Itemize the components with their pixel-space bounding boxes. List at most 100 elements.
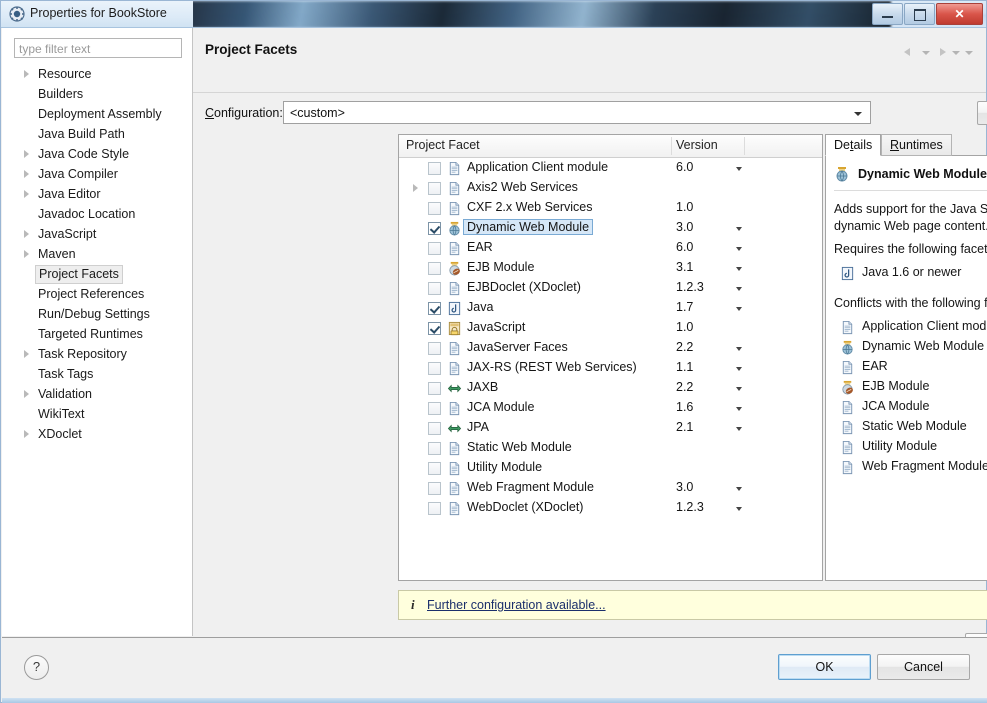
sidebar-item-maven[interactable]: Maven bbox=[2, 244, 193, 264]
table-row[interactable]: EAR 6.0 bbox=[399, 238, 822, 258]
table-row[interactable]: WebDoclet (XDoclet) 1.2.3 bbox=[399, 498, 822, 518]
table-row[interactable]: JAX-RS (REST Web Services) 1.1 bbox=[399, 358, 822, 378]
sidebar-item-project-references[interactable]: Project References bbox=[2, 284, 193, 304]
facet-checkbox[interactable] bbox=[428, 382, 441, 395]
close-button[interactable]: ✕ bbox=[936, 2, 983, 25]
facet-checkbox[interactable] bbox=[428, 302, 441, 315]
expand-arrow-icon[interactable] bbox=[24, 390, 29, 398]
facet-checkbox[interactable] bbox=[428, 362, 441, 375]
maximize-button[interactable] bbox=[904, 2, 935, 25]
sidebar-item-targeted-runtimes[interactable]: Targeted Runtimes bbox=[2, 324, 193, 344]
column-header-project-facet[interactable]: Project Facet bbox=[406, 138, 480, 152]
back-dropdown-icon[interactable] bbox=[920, 45, 931, 59]
table-row[interactable]: JavaScript 1.0 bbox=[399, 318, 822, 338]
facet-checkbox[interactable] bbox=[428, 422, 441, 435]
expand-arrow-icon[interactable] bbox=[24, 350, 29, 358]
sidebar-item-javadoc-location[interactable]: Javadoc Location bbox=[2, 204, 193, 224]
sidebar-item-java-editor[interactable]: Java Editor bbox=[2, 184, 193, 204]
table-row[interactable]: Axis2 Web Services bbox=[399, 178, 822, 198]
expand-arrow-icon[interactable] bbox=[24, 170, 29, 178]
expand-arrow-icon[interactable] bbox=[24, 250, 29, 258]
table-row[interactable]: JAXB 2.2 bbox=[399, 378, 822, 398]
table-row[interactable]: CXF 2.x Web Services 1.0 bbox=[399, 198, 822, 218]
ok-button[interactable]: OK bbox=[778, 654, 871, 680]
sidebar-item-run-debug-settings[interactable]: Run/Debug Settings bbox=[2, 304, 193, 324]
sidebar-item-task-repository[interactable]: Task Repository bbox=[2, 344, 193, 364]
sidebar-item-java-code-style[interactable]: Java Code Style bbox=[2, 144, 193, 164]
forward-dropdown-icon[interactable] bbox=[950, 45, 961, 59]
facet-checkbox[interactable] bbox=[428, 482, 441, 495]
column-divider[interactable] bbox=[744, 137, 745, 155]
sidebar-item-java-compiler[interactable]: Java Compiler bbox=[2, 164, 193, 184]
view-menu-icon[interactable] bbox=[963, 45, 974, 59]
facet-checkbox[interactable] bbox=[428, 242, 441, 255]
further-configuration-link[interactable]: Further configuration available... bbox=[427, 598, 606, 612]
expand-arrow-icon[interactable] bbox=[24, 230, 29, 238]
expand-arrow-icon[interactable] bbox=[24, 430, 29, 438]
facet-checkbox[interactable] bbox=[428, 262, 441, 275]
facet-checkbox[interactable] bbox=[428, 202, 441, 215]
version-dropdown-icon[interactable] bbox=[736, 367, 742, 371]
version-dropdown-icon[interactable] bbox=[736, 507, 742, 511]
sidebar-item-wikitext[interactable]: WikiText bbox=[2, 404, 193, 424]
version-dropdown-icon[interactable] bbox=[736, 347, 742, 351]
version-dropdown-icon[interactable] bbox=[736, 267, 742, 271]
sidebar-item-deployment-assembly[interactable]: Deployment Assembly bbox=[2, 104, 193, 124]
sidebar-item-resource[interactable]: Resource bbox=[2, 64, 193, 84]
facet-checkbox[interactable] bbox=[428, 222, 441, 235]
table-row[interactable]: JCA Module 1.6 bbox=[399, 398, 822, 418]
sidebar-item-xdoclet[interactable]: XDoclet bbox=[2, 424, 193, 444]
version-dropdown-icon[interactable] bbox=[736, 167, 742, 171]
table-row[interactable]: Web Fragment Module 3.0 bbox=[399, 478, 822, 498]
facet-checkbox[interactable] bbox=[428, 342, 441, 355]
table-row[interactable]: Java 1.7 bbox=[399, 298, 822, 318]
minimize-button[interactable] bbox=[872, 2, 903, 25]
version-dropdown-icon[interactable] bbox=[736, 287, 742, 291]
table-row[interactable]: JPA 2.1 bbox=[399, 418, 822, 438]
table-row[interactable]: Static Web Module bbox=[399, 438, 822, 458]
version-dropdown-icon[interactable] bbox=[736, 307, 742, 311]
column-divider[interactable] bbox=[671, 137, 672, 155]
help-button[interactable]: ? bbox=[24, 655, 49, 680]
facet-checkbox[interactable] bbox=[428, 162, 441, 175]
table-row[interactable]: EJB Module 3.1 bbox=[399, 258, 822, 278]
forward-arrow-icon[interactable] bbox=[933, 45, 948, 59]
filter-input[interactable]: type filter text bbox=[14, 38, 182, 58]
configuration-combo[interactable]: <custom> bbox=[283, 101, 871, 124]
table-row[interactable]: Utility Module bbox=[399, 458, 822, 478]
sidebar-item-project-facets[interactable]: Project Facets bbox=[2, 264, 193, 284]
table-row[interactable]: JavaServer Faces 2.2 bbox=[399, 338, 822, 358]
facet-checkbox[interactable] bbox=[428, 462, 441, 475]
column-header-version[interactable]: Version bbox=[676, 138, 718, 152]
save-as-button[interactable]: Save As... bbox=[977, 101, 987, 125]
tab-details[interactable]: Details bbox=[825, 134, 882, 156]
expand-arrow-icon[interactable] bbox=[24, 190, 29, 198]
back-arrow-icon[interactable] bbox=[903, 45, 918, 59]
expand-arrow-icon[interactable] bbox=[413, 184, 418, 192]
version-dropdown-icon[interactable] bbox=[736, 387, 742, 391]
facet-generic-icon bbox=[447, 181, 462, 196]
facet-checkbox[interactable] bbox=[428, 282, 441, 295]
facet-checkbox[interactable] bbox=[428, 182, 441, 195]
facet-checkbox[interactable] bbox=[428, 502, 441, 515]
table-row[interactable]: Dynamic Web Module 3.0 bbox=[399, 218, 822, 238]
version-dropdown-icon[interactable] bbox=[736, 247, 742, 251]
sidebar-item-java-build-path[interactable]: Java Build Path bbox=[2, 124, 193, 144]
version-dropdown-icon[interactable] bbox=[736, 227, 742, 231]
facet-checkbox[interactable] bbox=[428, 442, 441, 455]
version-dropdown-icon[interactable] bbox=[736, 427, 742, 431]
sidebar-item-task-tags[interactable]: Task Tags bbox=[2, 364, 193, 384]
expand-arrow-icon[interactable] bbox=[24, 70, 29, 78]
table-row[interactable]: EJBDoclet (XDoclet) 1.2.3 bbox=[399, 278, 822, 298]
table-row[interactable]: Application Client module 6.0 bbox=[399, 158, 822, 178]
sidebar-item-builders[interactable]: Builders bbox=[2, 84, 193, 104]
version-dropdown-icon[interactable] bbox=[736, 407, 742, 411]
expand-arrow-icon[interactable] bbox=[24, 150, 29, 158]
version-dropdown-icon[interactable] bbox=[736, 487, 742, 491]
facet-checkbox[interactable] bbox=[428, 322, 441, 335]
tab-runtimes[interactable]: Runtimes bbox=[881, 134, 952, 156]
cancel-button[interactable]: Cancel bbox=[877, 654, 970, 680]
sidebar-item-validation[interactable]: Validation bbox=[2, 384, 193, 404]
facet-checkbox[interactable] bbox=[428, 402, 441, 415]
sidebar-item-javascript[interactable]: JavaScript bbox=[2, 224, 193, 244]
